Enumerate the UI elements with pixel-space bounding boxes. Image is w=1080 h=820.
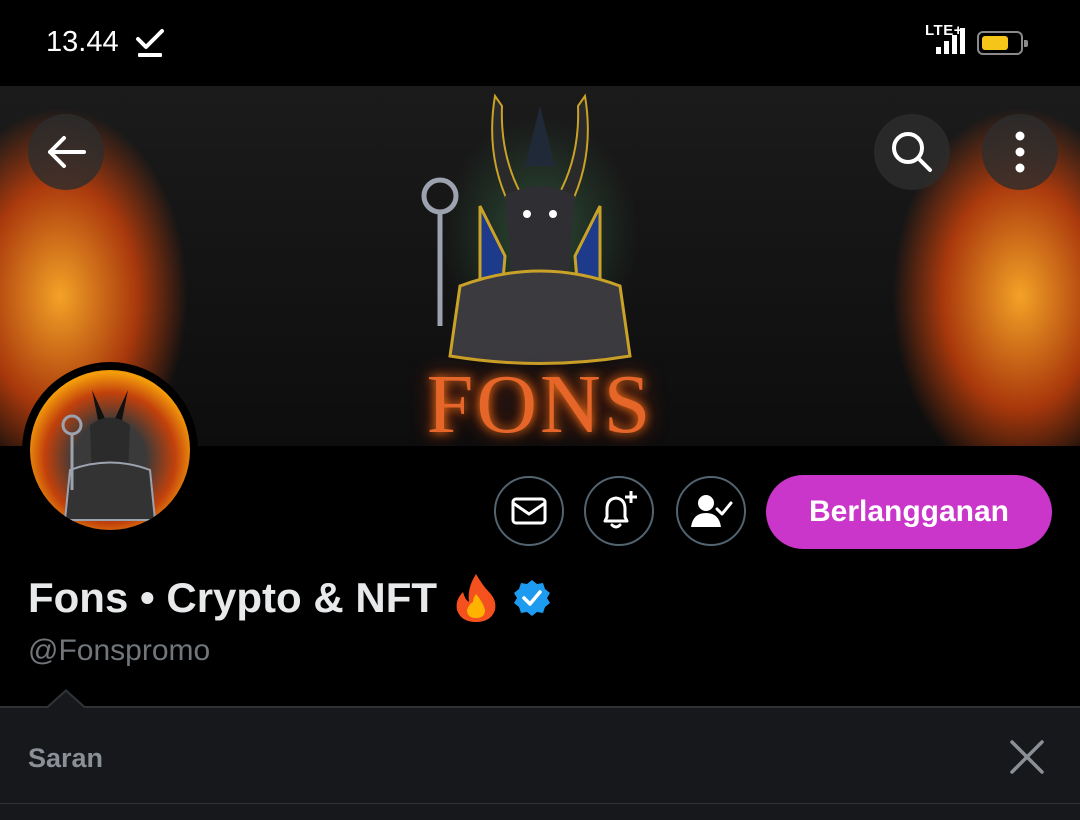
following-button[interactable] <box>676 476 746 546</box>
suggestions-label: Saran <box>28 743 104 773</box>
mail-icon <box>511 497 547 525</box>
divider <box>0 803 1080 804</box>
display-name: Fons • Crypto & NFT <box>28 574 438 621</box>
search-button[interactable] <box>874 114 950 190</box>
more-vertical-icon <box>1015 131 1025 173</box>
verified-badge-icon <box>514 580 551 616</box>
avatar-image <box>30 370 190 530</box>
profile-avatar[interactable] <box>22 362 198 538</box>
banner-title: FONS <box>426 358 654 446</box>
person-check-icon <box>691 495 733 527</box>
close-icon[interactable] <box>1004 734 1050 780</box>
fire-emoji-icon <box>456 574 496 622</box>
subscribe-button[interactable]: Berlangganan <box>766 475 1052 549</box>
status-bar: 13.44 LTE+ <box>0 0 1080 86</box>
back-button[interactable] <box>28 114 104 190</box>
bell-plus-icon <box>603 491 637 529</box>
search-icon <box>892 132 932 172</box>
notifications-button[interactable] <box>584 476 654 546</box>
signal-icon <box>936 28 965 54</box>
message-button[interactable] <box>494 476 564 546</box>
battery-icon <box>977 31 1028 55</box>
avatar-artwork <box>61 390 157 521</box>
arrow-left-icon <box>48 136 86 168</box>
profile-handle: @Fonspromo <box>28 634 211 667</box>
display-name-row: Fons • Crypto & NFT <box>28 568 551 628</box>
more-options-button[interactable] <box>982 114 1058 190</box>
download-done-icon <box>136 29 164 57</box>
status-time: 13.44 <box>46 26 119 58</box>
